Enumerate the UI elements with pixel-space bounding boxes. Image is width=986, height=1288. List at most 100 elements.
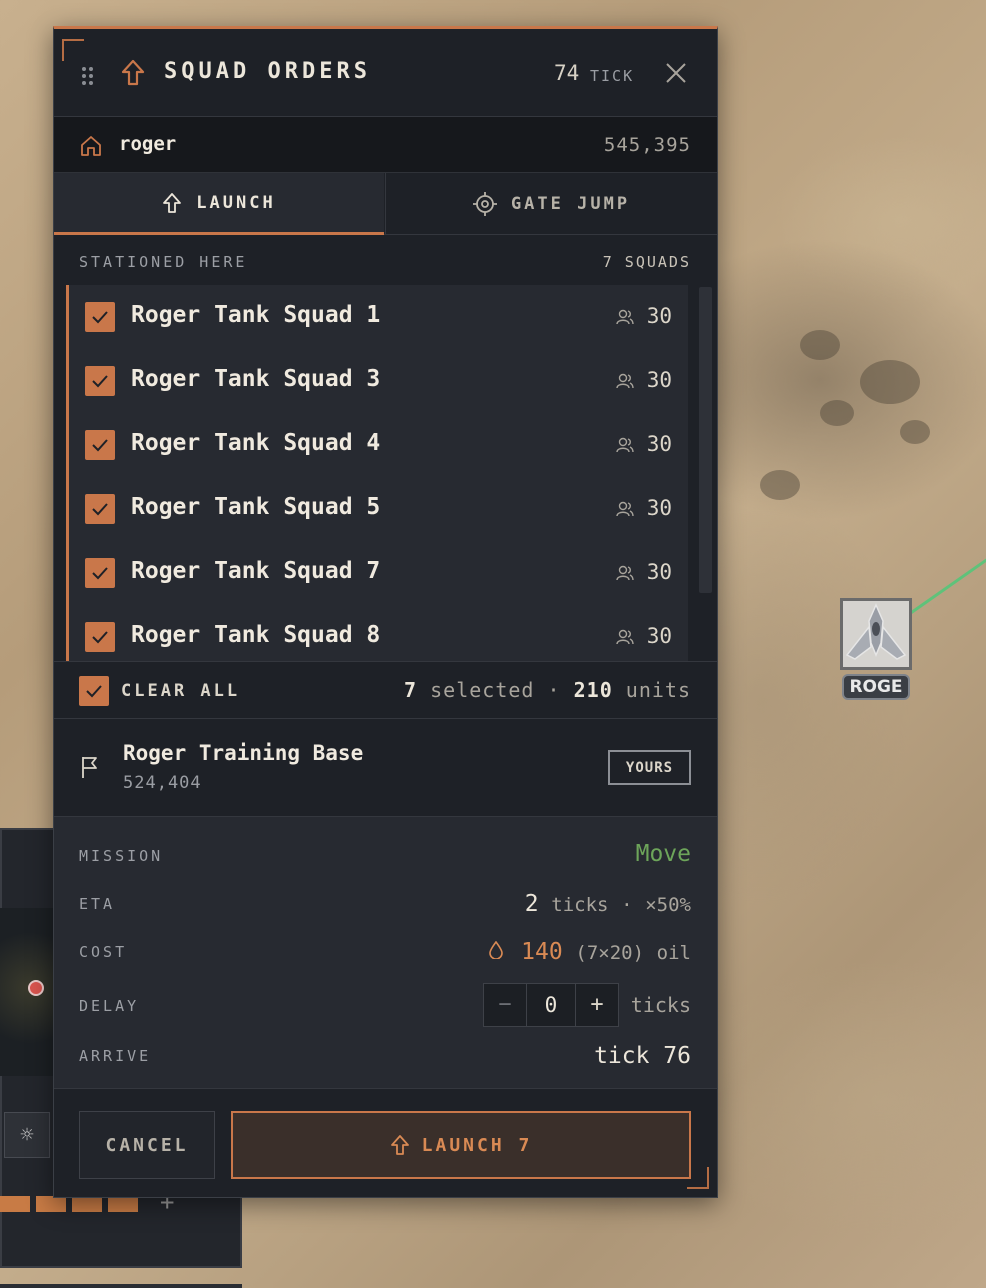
tab-gate-jump[interactable]: GATE JUMP xyxy=(385,173,717,235)
arrow-up-icon xyxy=(163,192,182,213)
launch-button[interactable]: LAUNCH 7 xyxy=(231,1111,691,1179)
arrive-label: ARRIVE xyxy=(79,1047,152,1065)
squad-orders-dialog: SQUAD ORDERS 74 TICK roger 545,395 LAUNC… xyxy=(53,26,718,1198)
squad-checkbox[interactable] xyxy=(85,558,115,588)
eta-separator: · xyxy=(621,894,633,916)
origin-bar: roger 545,395 xyxy=(54,117,717,173)
squad-row[interactable]: Roger Tank Squad 4 30 xyxy=(69,413,688,477)
flag-icon xyxy=(82,757,97,778)
gear-icon[interactable]: ☼ xyxy=(4,1112,50,1158)
ship-icon xyxy=(845,603,907,660)
stationed-header: STATIONED HERE 7 SQUADS xyxy=(54,235,717,285)
squad-size: 30 xyxy=(646,624,672,648)
launch-button-label: LAUNCH 7 xyxy=(421,1134,533,1156)
delay-input[interactable]: 0 xyxy=(526,984,576,1026)
squad-row[interactable]: Roger Tank Squad 1 30 xyxy=(69,285,688,349)
squad-row[interactable]: Roger Tank Squad 5 30 xyxy=(69,477,688,541)
background-panel-edge xyxy=(0,1284,242,1288)
order-details: MISSION Move ETA 2 ticks · ×50% COST 140… xyxy=(54,817,717,1089)
squad-name: Roger Tank Squad 5 xyxy=(131,494,381,520)
checkmark-icon xyxy=(92,375,108,388)
users-icon xyxy=(616,629,634,645)
squad-size: 30 xyxy=(646,304,672,328)
selected-count: 7 xyxy=(404,678,418,702)
delay-label: DELAY xyxy=(79,997,140,1015)
destination-name: Roger Training Base xyxy=(123,741,364,765)
squad-row[interactable]: Roger Tank Squad 7 30 xyxy=(69,541,688,605)
origin-name: roger xyxy=(119,133,177,155)
delay-decrement-button[interactable]: − xyxy=(484,984,526,1026)
tab-launch[interactable]: LAUNCH xyxy=(54,173,384,235)
arrive-row: ARRIVE tick 76 xyxy=(54,1033,717,1077)
cost-label: COST xyxy=(79,943,128,961)
clear-all-checkbox[interactable] xyxy=(79,676,109,706)
clear-all-button[interactable]: CLEAR ALL xyxy=(121,681,240,701)
squad-row[interactable]: Roger Tank Squad 3 30 xyxy=(69,349,688,413)
squad-name: Roger Tank Squad 3 xyxy=(131,366,381,392)
cancel-button[interactable]: CANCEL xyxy=(79,1111,215,1179)
units-label: units xyxy=(625,678,691,702)
bar-segment xyxy=(0,1196,30,1212)
arrive-value: tick 76 xyxy=(594,1043,691,1069)
squad-checkbox[interactable] xyxy=(85,494,115,524)
separator: · xyxy=(547,678,561,702)
squad-checkbox[interactable] xyxy=(85,366,115,396)
destination: Roger Training Base 524,404 YOURS xyxy=(54,719,717,817)
stationed-count: 7 SQUADS xyxy=(602,253,691,271)
stationed-label: STATIONED HERE xyxy=(79,253,248,271)
users-icon xyxy=(616,565,634,581)
mission-label: MISSION xyxy=(79,847,164,865)
arrow-up-icon xyxy=(390,1135,409,1155)
dialog-footer: CANCEL LAUNCH 7 xyxy=(54,1089,717,1201)
cost-unit: oil xyxy=(656,942,691,964)
checkmark-icon xyxy=(86,685,102,698)
squad-size: 30 xyxy=(646,560,672,584)
units-count: 210 xyxy=(573,678,613,702)
selection-count: 7 selected · 210 units xyxy=(404,678,691,702)
squad-name: Roger Tank Squad 1 xyxy=(131,302,381,328)
checkmark-icon xyxy=(92,631,108,644)
squad-name: Roger Tank Squad 4 xyxy=(131,430,381,456)
current-tick: 74 xyxy=(554,61,580,85)
close-icon[interactable] xyxy=(662,59,690,87)
drag-handle-icon[interactable] xyxy=(82,67,94,85)
checkmark-icon xyxy=(92,311,108,324)
squad-row[interactable]: Roger Tank Squad 8 30 xyxy=(69,605,688,661)
mission-value: Move xyxy=(635,841,691,867)
delay-increment-button[interactable]: + xyxy=(576,984,618,1026)
minimap-blip xyxy=(28,980,44,996)
squad-list-scrollbar[interactable] xyxy=(699,287,712,593)
arrow-up-icon xyxy=(121,59,145,86)
users-icon xyxy=(616,437,634,453)
checkmark-icon xyxy=(92,439,108,452)
cost-number: 140 xyxy=(521,939,563,965)
squad-checkbox[interactable] xyxy=(85,430,115,460)
map-base-marker[interactable] xyxy=(840,598,912,670)
squad-size: 30 xyxy=(646,496,672,520)
squad-size: 30 xyxy=(646,432,672,456)
selection-summary: CLEAR ALL 7 selected · 210 units xyxy=(54,661,717,719)
tab-launch-label: LAUNCH xyxy=(196,192,276,213)
tab-gate-jump-label: GATE JUMP xyxy=(510,194,631,214)
dialog-header: SQUAD ORDERS 74 TICK xyxy=(54,29,717,117)
oil-drop-icon xyxy=(488,940,503,960)
users-icon xyxy=(616,373,634,389)
eta-modifier: ×50% xyxy=(645,894,691,916)
eta-value: 2 ticks · ×50% xyxy=(525,891,691,917)
minimap[interactable] xyxy=(0,908,54,1076)
tab-bar: LAUNCH GATE JUMP xyxy=(54,173,717,235)
squad-checkbox[interactable] xyxy=(85,622,115,652)
squad-name: Roger Tank Squad 8 xyxy=(131,622,381,648)
squad-name: Roger Tank Squad 7 xyxy=(131,558,381,584)
destination-coords: 524,404 xyxy=(123,773,202,793)
tick-label: TICK xyxy=(590,67,635,85)
squad-checkbox[interactable] xyxy=(85,302,115,332)
cost-breakdown: (7×20) xyxy=(575,942,645,964)
checkmark-icon xyxy=(92,567,108,580)
delay-stepper: − 0 + xyxy=(483,983,619,1027)
eta-unit: ticks xyxy=(551,894,609,916)
cost-row: COST 140 (7×20) oil xyxy=(54,929,717,973)
eta-row: ETA 2 ticks · ×50% xyxy=(54,881,717,925)
ownership-badge: YOURS xyxy=(608,750,691,785)
dialog-title: SQUAD ORDERS xyxy=(164,59,371,84)
